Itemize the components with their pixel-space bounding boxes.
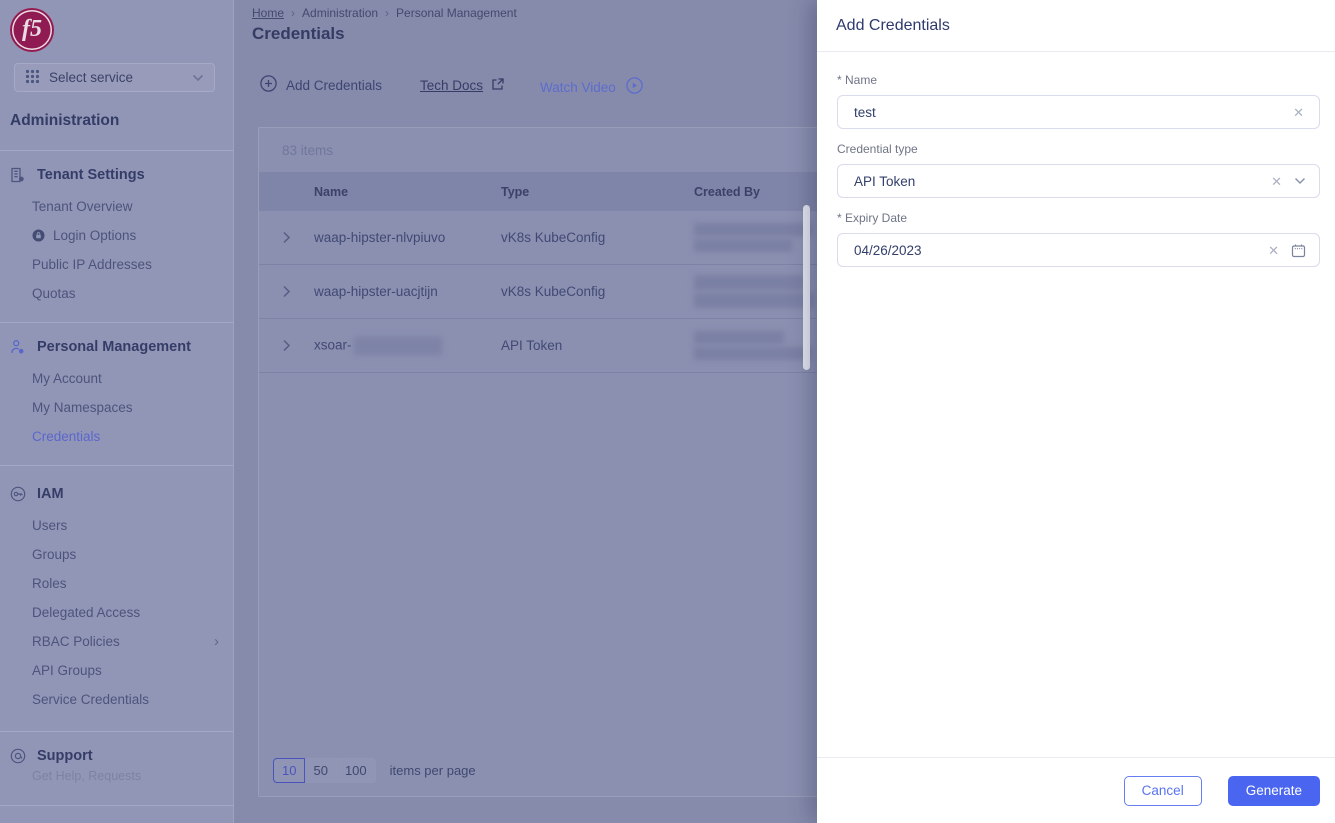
name-field-label: * Name [837, 73, 878, 87]
expiry-date-label: * Expiry Date [837, 211, 908, 225]
credential-type-field-group: Credential type API Token ✕ [837, 142, 1320, 198]
chevron-down-icon[interactable] [1294, 177, 1306, 185]
panel-body: * Name test ✕ Credential type API Token … [817, 52, 1335, 757]
credential-type-label: Credential type [837, 142, 918, 156]
expiry-date-field-group: * Expiry Date 04/26/2023 ✕ [837, 211, 1320, 267]
expiry-date-value: 04/26/2023 [854, 242, 922, 258]
panel-title: Add Credentials [817, 0, 1335, 52]
calendar-icon[interactable] [1291, 243, 1306, 258]
credential-type-select[interactable]: API Token ✕ [837, 164, 1320, 198]
generate-button[interactable]: Generate [1227, 775, 1320, 806]
name-field-group: * Name test ✕ [837, 73, 1320, 129]
credential-type-value: API Token [854, 173, 916, 189]
modal-backdrop[interactable] [0, 0, 817, 823]
clear-name-icon[interactable]: ✕ [1291, 104, 1306, 121]
add-credentials-panel: Add Credentials * Name test ✕ Credential… [817, 0, 1335, 823]
expiry-date-input[interactable]: 04/26/2023 ✕ [837, 233, 1320, 267]
clear-date-icon[interactable]: ✕ [1266, 242, 1281, 259]
cancel-button[interactable]: Cancel [1123, 775, 1202, 806]
panel-footer: Cancel Generate [817, 757, 1335, 823]
page-size-10-button[interactable]: 10 [273, 758, 306, 783]
name-input-value: test [854, 104, 876, 120]
clear-type-icon[interactable]: ✕ [1269, 173, 1284, 190]
name-input[interactable]: test ✕ [837, 95, 1320, 129]
